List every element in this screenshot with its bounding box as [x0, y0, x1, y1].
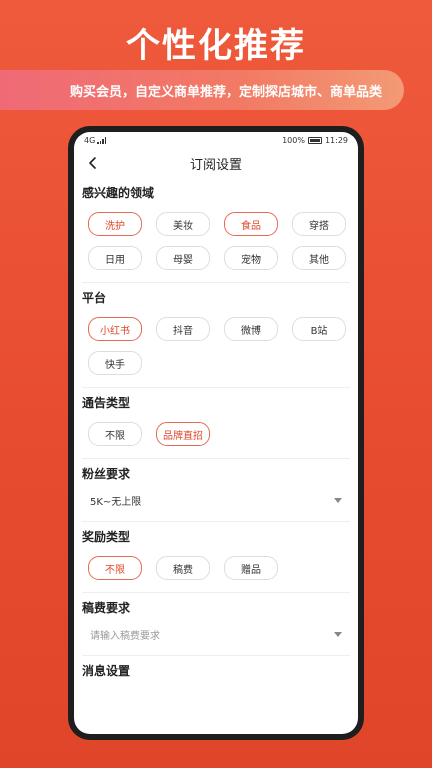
fans-select[interactable]: 5K~无上限	[82, 487, 350, 513]
interest-chip[interactable]: 食品	[224, 212, 278, 236]
nav-bar: 订阅设置	[74, 148, 358, 178]
section-fans: 粉丝要求 5K~无上限	[82, 459, 350, 522]
promo-banner-text: 购买会员，自定义商单推荐，定制探店城市、商单品类	[69, 84, 382, 100]
section-title-fee: 稿费要求	[82, 600, 131, 615]
platform-chip[interactable]: 抖音	[156, 317, 210, 341]
interest-options: 洗护 美妆 食品 穿搭 日用 母婴 宠物 其他	[82, 206, 350, 274]
interest-chip[interactable]: 穿搭	[292, 212, 346, 236]
dropdown-arrow-icon	[334, 497, 342, 503]
interest-chip[interactable]: 宠物	[224, 246, 278, 270]
reward-chip[interactable]: 赠品	[224, 556, 278, 580]
section-title-platform: 平台	[82, 290, 107, 305]
section-fee: 稿费要求 请输入稿费要求	[82, 593, 350, 656]
section-platform: 平台 小红书 抖音 微博 B站 快手	[82, 283, 350, 388]
platform-chip[interactable]: 微博	[224, 317, 278, 341]
reward-chip[interactable]: 稿费	[156, 556, 210, 580]
section-notice-type: 通告类型 不限 品牌直招	[82, 388, 350, 459]
section-title-fans: 粉丝要求	[82, 466, 131, 481]
platform-chip[interactable]: 小红书	[88, 317, 142, 341]
back-arrow-icon[interactable]	[86, 156, 100, 170]
reward-options: 不限 稿费 赠品	[82, 550, 350, 584]
platform-chip[interactable]: B站	[292, 317, 346, 341]
status-time: 11:29	[324, 135, 348, 145]
interest-chip[interactable]: 母婴	[156, 246, 210, 270]
fee-input[interactable]: 请输入稿费要求	[82, 621, 350, 647]
reward-chip[interactable]: 不限	[88, 556, 142, 580]
promo-banner: 购买会员，自定义商单推荐，定制探店城市、商单品类	[0, 70, 404, 110]
interest-chip[interactable]: 洗护	[88, 212, 142, 236]
notice-type-options: 不限 品牌直招	[82, 416, 350, 450]
dropdown-arrow-icon	[334, 631, 342, 637]
notice-type-chip[interactable]: 品牌直招	[156, 422, 210, 446]
network-label: 4G	[84, 135, 96, 145]
section-message: 消息设置	[82, 656, 350, 692]
hero-title: 个性化推荐	[126, 26, 306, 66]
platform-chip[interactable]: 快手	[88, 351, 142, 375]
phone-screen: 4G 100% 11:29 订阅设置 感兴趣的领域 洗护 美妆 食品 穿搭 日用…	[74, 132, 358, 734]
interest-chip[interactable]: 美妆	[156, 212, 210, 236]
battery-icon	[307, 136, 322, 144]
section-title-message: 消息设置	[82, 663, 131, 678]
settings-content: 感兴趣的领域 洗护 美妆 食品 穿搭 日用 母婴 宠物 其他 平台 小红书 抖音	[74, 178, 358, 692]
status-bar: 4G 100% 11:29	[74, 132, 358, 148]
fee-input-placeholder: 请输入稿费要求	[90, 630, 160, 642]
section-reward: 奖励类型 不限 稿费 赠品	[82, 522, 350, 593]
interest-chip[interactable]: 其他	[292, 246, 346, 270]
notice-type-chip[interactable]: 不限	[88, 422, 142, 446]
section-interest: 感兴趣的领域 洗护 美妆 食品 穿搭 日用 母婴 宠物 其他	[82, 178, 350, 283]
signal-icon	[97, 136, 107, 144]
phone-frame: 4G 100% 11:29 订阅设置 感兴趣的领域 洗护 美妆 食品 穿搭 日用…	[68, 126, 364, 740]
section-title-reward: 奖励类型	[82, 529, 131, 544]
interest-chip[interactable]: 日用	[88, 246, 142, 270]
platform-options: 小红书 抖音 微博 B站 快手	[82, 311, 350, 379]
section-title-interest: 感兴趣的领域	[82, 185, 155, 200]
section-title-notice-type: 通告类型	[82, 395, 131, 410]
page-title: 订阅设置	[189, 157, 242, 173]
fans-select-value: 5K~无上限	[90, 496, 142, 508]
battery-percent: 100%	[282, 135, 305, 145]
